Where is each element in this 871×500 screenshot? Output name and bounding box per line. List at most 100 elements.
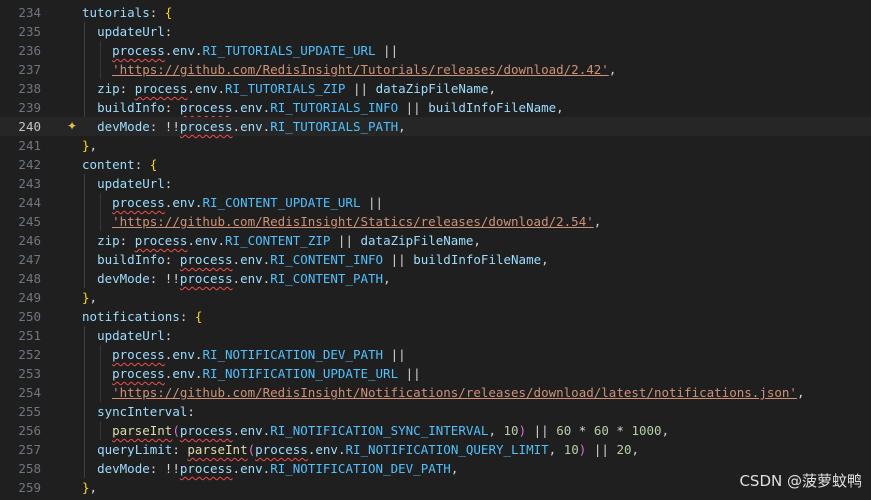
code-text: zip: process.env.RI_TUTORIALS_ZIP || dat… xyxy=(82,79,496,98)
token: || xyxy=(383,347,406,362)
token: ( xyxy=(172,423,180,438)
code-line[interactable]: 249}, xyxy=(0,288,871,307)
token: RI_TUTORIALS_ZIP xyxy=(225,81,346,96)
code-line[interactable]: 239 buildInfo: process.env.RI_TUTORIALS_… xyxy=(0,98,871,117)
code-line[interactable]: 238 zip: process.env.RI_TUTORIALS_ZIP ||… xyxy=(0,79,871,98)
token: syncInterval xyxy=(97,404,188,419)
token: RI_NOTIFICATION_DEV_PATH xyxy=(202,347,384,362)
token: process xyxy=(134,233,188,248)
token: || xyxy=(345,81,376,96)
code-line[interactable]: 256 parseInt(process.env.RI_NOTIFICATION… xyxy=(0,421,871,440)
line-number: 235 xyxy=(18,24,41,39)
line-number: 243 xyxy=(18,176,41,191)
code-text: updateUrl: xyxy=(82,174,172,193)
code-line[interactable]: 251 updateUrl: xyxy=(0,326,871,345)
token: buildInfoFileName xyxy=(413,252,542,267)
code-line[interactable]: 250 notifications: { xyxy=(0,307,871,326)
token: : xyxy=(119,233,135,248)
token: env xyxy=(240,271,263,286)
code-line[interactable]: 235 updateUrl: xyxy=(0,22,871,41)
token: RI_NOTIFICATION_UPDATE_URL xyxy=(202,366,399,381)
line-number: 247 xyxy=(18,252,41,267)
token: || xyxy=(398,366,421,381)
token: devMode xyxy=(97,461,150,476)
token: 'https://github.com/RedisInsight/Notific… xyxy=(112,385,797,400)
token: process xyxy=(112,195,165,210)
line-number: 248 xyxy=(18,271,41,286)
token: , xyxy=(631,442,640,457)
token: env xyxy=(315,442,338,457)
code-line[interactable]: 248 devMode: !!process.env.RI_CONTENT_PA… xyxy=(0,269,871,288)
code-text: zip: process.env.RI_CONTENT_ZIP || dataZ… xyxy=(82,231,481,250)
line-number: 251 xyxy=(18,328,41,343)
token: 10 xyxy=(563,442,579,457)
line-number: 241 xyxy=(18,138,41,153)
line-number: 238 xyxy=(18,81,41,96)
token: buildInfoFileName xyxy=(428,100,557,115)
code-line[interactable]: 254 'https://github.com/RedisInsight/Not… xyxy=(0,383,871,402)
code-text: }, xyxy=(82,136,97,155)
code-line[interactable]: 245 'https://github.com/RedisInsight/Sta… xyxy=(0,212,871,231)
code-line[interactable]: 246 zip: process.env.RI_CONTENT_ZIP || d… xyxy=(0,231,871,250)
code-line[interactable]: 257 queryLimit: parseInt(process.env.RI_… xyxy=(0,440,871,459)
code-line[interactable]: 255 syncInterval: xyxy=(0,402,871,421)
token: process xyxy=(179,461,233,476)
code-line[interactable]: 252 process.env.RI_NOTIFICATION_DEV_PATH… xyxy=(0,345,871,364)
code-line[interactable]: 244 process.env.RI_CONTENT_UPDATE_URL || xyxy=(0,193,871,212)
token: . xyxy=(232,271,241,286)
token: notifications xyxy=(82,309,180,324)
code-line[interactable]: 237 'https://github.com/RedisInsight/Tut… xyxy=(0,60,871,79)
token: updateUrl xyxy=(97,24,165,39)
token: : xyxy=(172,442,188,457)
token: . xyxy=(232,252,241,267)
token: . xyxy=(232,461,241,476)
token: : xyxy=(164,100,180,115)
code-line[interactable]: 247 buildInfo: process.env.RI_CONTENT_IN… xyxy=(0,250,871,269)
code-line[interactable]: 242 content: { xyxy=(0,155,871,174)
csdn-watermark: CSDN @菠萝蚊鸭 xyxy=(739,472,862,490)
token: : xyxy=(164,328,173,343)
token: process xyxy=(134,81,188,96)
token: . xyxy=(187,233,195,248)
token: dataZipFileName xyxy=(360,233,474,248)
token: updateUrl xyxy=(97,176,165,191)
line-number: 236 xyxy=(18,43,41,58)
code-text: buildInfo: process.env.RI_TUTORIALS_INFO… xyxy=(82,98,564,117)
token: . xyxy=(217,233,226,248)
token: : !! xyxy=(149,461,180,476)
token: RI_CONTENT_ZIP xyxy=(225,233,331,248)
token: : xyxy=(164,252,180,267)
code-line[interactable]: 240 ✦ devMode: !!process.env.RI_TUTORIALS… xyxy=(0,117,871,136)
code-editor[interactable]: 234 tutorials: {235 updateUrl: 236 process… xyxy=(0,0,871,500)
code-line[interactable]: 253 process.env.RI_NOTIFICATION_UPDATE_U… xyxy=(0,364,871,383)
code-line[interactable]: 236 process.env.RI_TUTORIALS_UPDATE_URL … xyxy=(0,41,871,60)
token: 1000 xyxy=(631,423,662,438)
line-number: 249 xyxy=(18,290,41,305)
lightbulb-icon[interactable]: ✦ xyxy=(67,117,77,136)
token: , xyxy=(473,233,481,248)
code-line[interactable]: 234 tutorials: { xyxy=(0,3,871,22)
line-number: 242 xyxy=(18,157,41,172)
code-line[interactable]: 241}, xyxy=(0,136,871,155)
token: env xyxy=(194,233,218,248)
token: , xyxy=(398,119,406,134)
line-number: 240 xyxy=(18,119,41,134)
token: process xyxy=(179,271,233,286)
token: 'https://github.com/RedisInsight/Statics… xyxy=(112,214,594,229)
code-line[interactable]: 243 updateUrl: xyxy=(0,174,871,193)
token: : xyxy=(187,404,195,419)
token: , xyxy=(89,138,98,153)
token: dataZipFileName xyxy=(375,81,489,96)
token: tutorials xyxy=(82,5,150,20)
token: env xyxy=(172,43,195,58)
